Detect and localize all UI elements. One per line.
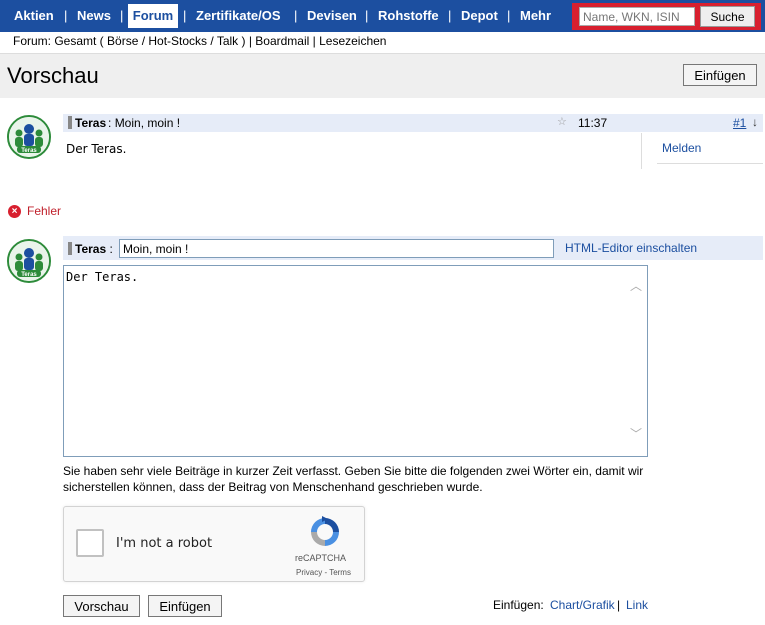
recaptcha-label: I'm not a robot bbox=[116, 536, 213, 551]
nav-item-mehr[interactable]: Mehr bbox=[520, 8, 551, 24]
nav-separator: | bbox=[183, 8, 187, 23]
nav-separator: | bbox=[64, 8, 68, 23]
error-icon: × bbox=[8, 205, 21, 218]
svg-text:Teras: Teras bbox=[21, 272, 37, 278]
recaptcha-logo-icon bbox=[311, 516, 339, 546]
post-marker bbox=[68, 242, 72, 255]
subject-input[interactable] bbox=[119, 239, 554, 258]
post-author[interactable]: Teras bbox=[75, 116, 106, 130]
post-body: Der Teras. bbox=[66, 142, 127, 156]
page-title: Vorschau bbox=[7, 63, 99, 88]
insert-chart-link[interactable]: Chart/Grafik bbox=[550, 598, 615, 612]
search-input[interactable] bbox=[579, 7, 695, 26]
error-text: Fehler bbox=[27, 204, 62, 218]
search-button[interactable]: Suche bbox=[700, 6, 755, 27]
nav-item-forum[interactable]: Forum bbox=[128, 4, 178, 28]
nav-separator: | bbox=[294, 8, 298, 23]
report-link[interactable]: Melden bbox=[662, 141, 701, 155]
svg-text:Teras: Teras bbox=[21, 148, 37, 154]
insert-link-link[interactable]: Link bbox=[626, 598, 648, 612]
nav-item-zertifikate[interactable]: Zertifikate/OS bbox=[196, 8, 281, 24]
insert-label: Einfügen: bbox=[493, 598, 544, 612]
nav-item-rohstoffe[interactable]: Rohstoffe bbox=[378, 8, 439, 24]
breadcrumb[interactable]: Forum: Gesamt ( Börse / Hot-Stocks / Tal… bbox=[13, 34, 386, 48]
nav-separator: | bbox=[120, 8, 124, 23]
nav-item-depot[interactable]: Depot bbox=[461, 8, 498, 24]
divider bbox=[657, 163, 763, 164]
editor-author: Teras : bbox=[75, 242, 113, 256]
nav-separator: | bbox=[448, 8, 452, 23]
avatar-figure-icon: Teras bbox=[9, 117, 49, 157]
insert-button-top[interactable]: Einfügen bbox=[683, 64, 757, 86]
post-marker bbox=[68, 116, 72, 129]
star-icon[interactable]: ☆ bbox=[557, 115, 567, 129]
insert-button[interactable]: Einfügen bbox=[148, 595, 222, 617]
nav-item-aktien[interactable]: Aktien bbox=[14, 8, 54, 24]
preview-button[interactable]: Vorschau bbox=[63, 595, 140, 617]
post-time: 11:37 bbox=[578, 116, 608, 130]
nav-separator: | bbox=[507, 8, 511, 23]
avatar-figure-icon: Teras bbox=[9, 241, 49, 281]
nav-separator: | bbox=[365, 8, 369, 23]
arrow-down-icon[interactable]: ↓ bbox=[752, 115, 758, 129]
scroll-up-icon[interactable]: ︿ bbox=[630, 280, 642, 292]
html-editor-toggle-link[interactable]: HTML-Editor einschalten bbox=[565, 241, 697, 255]
nav-item-news[interactable]: News bbox=[77, 8, 111, 24]
avatar[interactable]: Teras bbox=[7, 239, 51, 283]
recaptcha-terms-link[interactable]: Privacy - Terms bbox=[296, 568, 351, 578]
post-subject: : Moin, moin ! bbox=[108, 116, 181, 130]
page-header bbox=[0, 53, 765, 98]
scroll-down-icon[interactable]: ﹀ bbox=[630, 428, 642, 440]
message-textarea[interactable]: Der Teras. bbox=[63, 265, 648, 457]
captcha-notice: Sie haben sehr viele Beiträge in kurzer … bbox=[63, 464, 644, 494]
link-separator: | bbox=[617, 598, 621, 612]
avatar[interactable]: Teras bbox=[7, 115, 51, 159]
recaptcha-checkbox[interactable] bbox=[76, 529, 104, 557]
divider bbox=[641, 133, 642, 169]
nav-item-devisen[interactable]: Devisen bbox=[307, 8, 357, 24]
recaptcha-brand: reCAPTCHA bbox=[295, 553, 347, 563]
post-number-link[interactable]: #1 bbox=[733, 116, 746, 130]
